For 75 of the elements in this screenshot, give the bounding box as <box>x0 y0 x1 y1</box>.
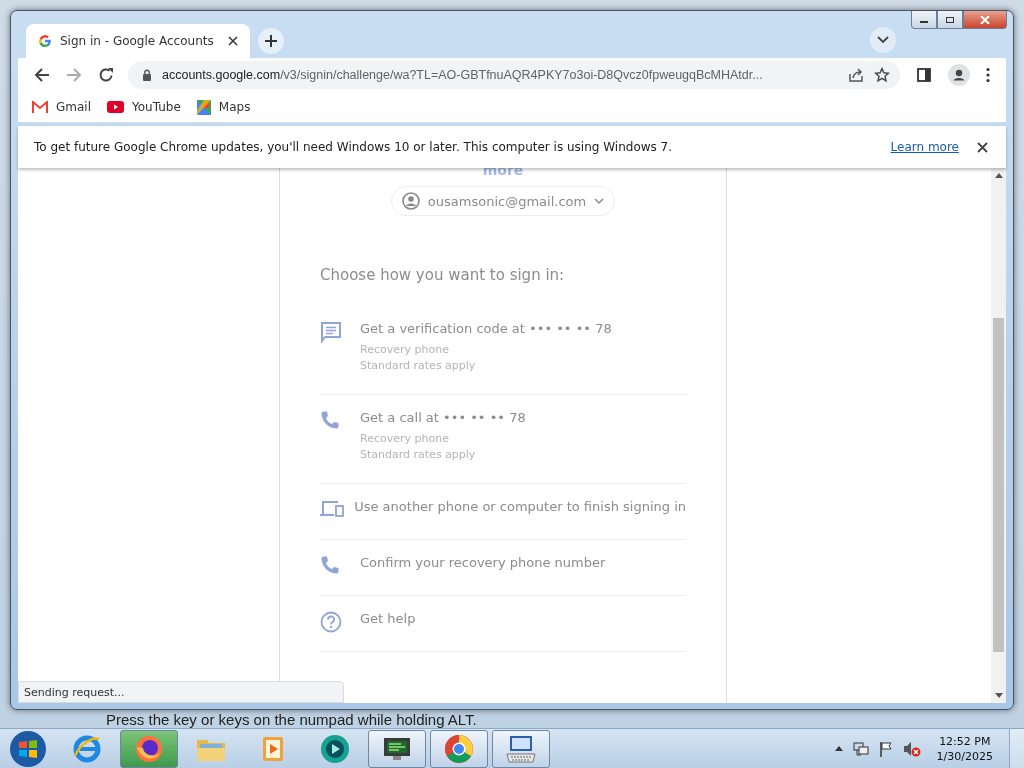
learn-more-link[interactable]: Learn more <box>890 140 959 154</box>
close-tab-icon[interactable] <box>228 36 238 46</box>
option-title: Confirm your recovery phone number <box>360 555 606 570</box>
sign-in-option[interactable]: Use another phone or computer to finish signing in <box>320 484 686 540</box>
clock-time: 12:52 PM <box>939 733 991 749</box>
volume-muted-icon[interactable] <box>902 740 921 757</box>
option-title: Get help <box>360 611 416 626</box>
option-detail: Standard rates apply <box>360 447 477 463</box>
phone-icon <box>320 410 340 430</box>
bookmark-item[interactable]: YouTube <box>107 100 181 114</box>
account-icon <box>401 192 420 210</box>
scrollbar[interactable] <box>991 168 1006 703</box>
taskbar-button[interactable] <box>492 729 550 768</box>
option-detail: Standard rates apply <box>360 358 477 374</box>
chevron-down-icon <box>877 36 889 44</box>
status-bubble: Sending request... <box>18 681 344 703</box>
new-tab-button[interactable] <box>258 28 284 54</box>
url-text: accounts.google.com/v3/signin/challenge/wa?TL=AO-GBTfnuAQR4PKY7o3oi-D8Qvcz0fpweugqBcMHAtdr... <box>162 68 764 82</box>
chevron-down-icon <box>594 197 605 205</box>
clock[interactable]: 12:52 PM 1/30/2025 <box>936 733 993 764</box>
profile-icon[interactable] <box>948 64 970 86</box>
option-detail: Recovery phone <box>360 431 450 447</box>
map-pin-icon <box>196 99 211 115</box>
taskbar-button[interactable] <box>368 729 426 768</box>
scrollbar-thumb[interactable] <box>993 318 1004 652</box>
tab-search-button[interactable] <box>870 27 896 53</box>
clock-date: 1/30/2025 <box>936 748 993 764</box>
maximize-icon <box>945 15 955 24</box>
maximize-button[interactable] <box>937 11 963 29</box>
scroll-up-icon[interactable] <box>994 173 1003 178</box>
plus-icon <box>264 34 278 48</box>
flag-icon[interactable] <box>878 740 893 757</box>
sign-in-option[interactable]: Get a verification code at ••• •• •• 78 Recovery phone Standard rates apply <box>320 306 686 395</box>
back-icon[interactable] <box>34 67 50 83</box>
film-play-icon <box>260 734 286 763</box>
star-icon[interactable] <box>874 67 890 83</box>
address-bar[interactable]: accounts.google.com/v3/signin/challenge/wa?TL=AO-GBTfnuAQR4PKY7o3oi-D8Qvcz0fpweugqBcMHAtdr... <box>128 61 900 89</box>
scroll-down-icon[interactable] <box>994 693 1003 698</box>
reload-icon[interactable] <box>98 67 114 83</box>
phone-icon <box>320 555 340 575</box>
browser-tab[interactable]: Sign in - Google Accounts <box>26 24 250 58</box>
bookmark-item[interactable]: Maps <box>196 99 251 115</box>
option-title: Get a verification code at ••• •• •• 78 <box>360 321 612 336</box>
play-circle-icon <box>319 732 351 765</box>
show-hidden-icons-icon[interactable] <box>834 746 843 751</box>
g-logo-icon <box>38 34 52 48</box>
globe-e-icon <box>72 733 102 764</box>
close-icon[interactable] <box>977 141 988 153</box>
mail-icon <box>32 101 48 113</box>
sign-in-option[interactable]: Get help <box>320 596 686 652</box>
help-icon <box>320 611 342 633</box>
close-icon <box>980 15 990 24</box>
heading: Choose how you want to sign in: <box>320 266 566 286</box>
bookmark-item[interactable]: Gmail <box>32 100 91 114</box>
desktop-text: Press the key or keys on the numpad while holding ALT. <box>106 711 477 728</box>
devices-icon <box>320 499 344 517</box>
option-title: Get a call at ••• •• •• 78 <box>360 410 526 425</box>
option-title: Use another phone or computer to finish signing in <box>354 499 686 514</box>
fox-globe-icon <box>134 733 164 764</box>
play-icon <box>107 101 124 113</box>
minimize-button[interactable] <box>911 11 937 29</box>
network-icon[interactable] <box>852 740 869 757</box>
lock-icon <box>142 69 152 81</box>
taskbar-button[interactable] <box>120 729 178 768</box>
sign-in-option[interactable]: Confirm your recovery phone number <box>320 540 686 596</box>
side-panel-icon[interactable] <box>916 67 932 83</box>
option-detail: Recovery phone <box>360 342 450 358</box>
menu-icon[interactable] <box>986 67 990 83</box>
message-icon <box>320 321 342 343</box>
chrome-icon <box>444 733 474 764</box>
share-icon[interactable] <box>848 67 864 83</box>
infobar-message: To get future Google Chrome updates, you'll need Windows 10 or later. This computer is using Windows 7. <box>34 140 674 154</box>
keyboard-monitor-icon <box>505 733 537 764</box>
close-button[interactable] <box>963 11 1007 29</box>
start-button[interactable] <box>8 728 48 768</box>
